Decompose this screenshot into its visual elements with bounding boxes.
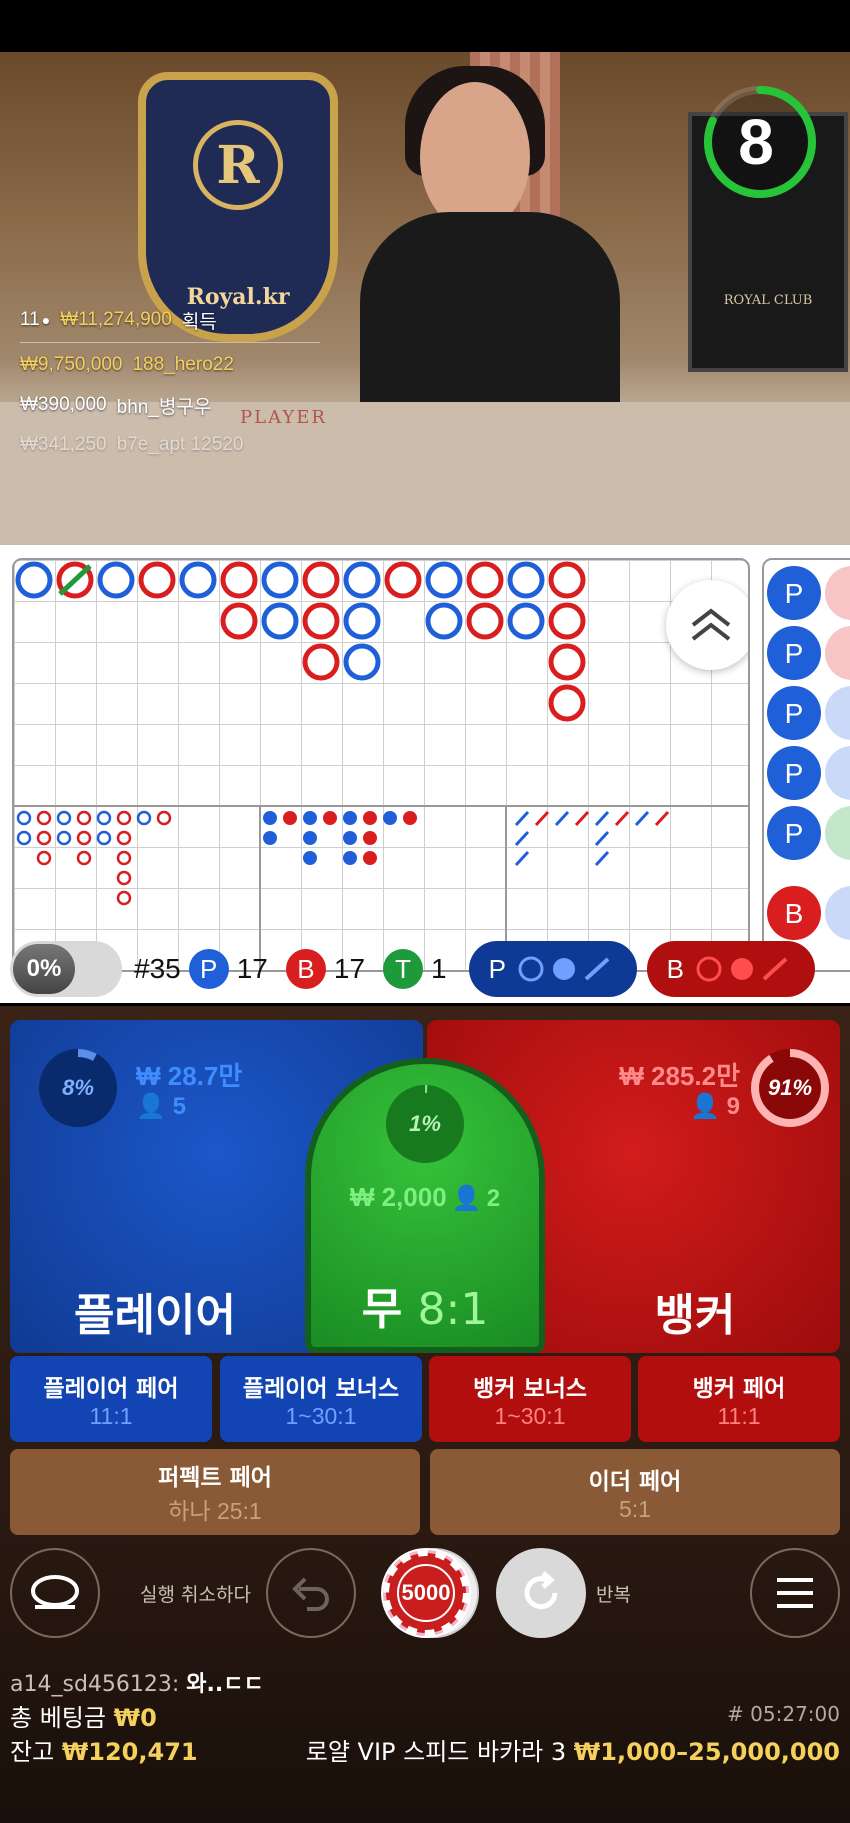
predict-icons — [518, 956, 610, 982]
undo-label: 실행 취소하다 — [140, 1584, 251, 1606]
chat-button[interactable] — [10, 1548, 100, 1638]
scoreboard: P P P P P B 0% #35 P 17 B 17 T 1 P B — [0, 545, 850, 1003]
tie-stats: ₩ 2,000 👤 2 — [349, 1182, 501, 1212]
round-id: # 05:27:00 — [727, 1702, 840, 1726]
banker-count: 17 — [333, 953, 366, 984]
winners-summary: 11 ● ₩11,274,900 획득 — [20, 309, 217, 333]
user-icon: ● — [41, 312, 51, 328]
svg-text:P: P — [785, 698, 804, 729]
predict-icons — [696, 956, 788, 982]
betting-area: 8% ₩ 28.7만 👤 5 플레이어 91% ₩ 285.2만 👤 9 뱅커 — [0, 1006, 850, 1823]
perfect-pair-bet[interactable]: 퍼펙트 페어 하나 25:1 — [10, 1449, 420, 1535]
either-pair-bet[interactable]: 이더 페어 5:1 — [430, 1449, 840, 1535]
chat-icon — [31, 1575, 79, 1609]
expand-roadmap-button[interactable] — [666, 580, 748, 670]
baccarat-app: R Royal.kr ROYAL CLUB PLAYER 8 11 ● ₩11,… — [0, 0, 850, 1823]
banker-predict-button[interactable]: B — [646, 941, 815, 997]
hamburger-menu-icon — [777, 1578, 813, 1608]
undo-icon — [292, 1577, 329, 1611]
chevron-up-double-icon — [691, 608, 731, 641]
tie-badge: T — [383, 949, 424, 989]
player-title: 플레이어 — [74, 1290, 236, 1341]
banker-title: 뱅커 — [654, 1290, 736, 1341]
player-bettors: 👤 5 — [136, 1093, 186, 1120]
player-amount: ₩ 28.7만 — [136, 1061, 243, 1091]
user-icon: 👤 — [690, 1093, 720, 1120]
bead-plate: P P P P P B — [762, 558, 850, 972]
player-badge: P — [188, 949, 229, 989]
stats-bar: 0% #35 P 17 B 17 T 1 P B — [10, 940, 850, 998]
svg-text:P: P — [785, 638, 804, 669]
svg-text:P: P — [785, 818, 804, 849]
tie-percent: 1% — [409, 1111, 441, 1136]
repeat-label: 반복 — [596, 1584, 631, 1606]
banker-pair-bet[interactable]: 뱅커 페어 11:1 — [638, 1356, 840, 1442]
tie-count: 1 — [431, 953, 447, 984]
repeat-button[interactable] — [496, 1548, 586, 1638]
road-markers — [14, 561, 748, 970]
svg-text:B: B — [785, 898, 804, 929]
banker-bettors: 👤 9 — [690, 1093, 740, 1120]
percent-toggle[interactable]: 0% — [10, 941, 122, 997]
winner-row: ₩341,250 b7e_apt 12520 — [20, 434, 244, 455]
bead-plate-markers: P P P P P B — [767, 566, 850, 940]
chip-value: 5000 — [401, 1580, 451, 1605]
tie-title: 무 8:1 — [361, 1284, 489, 1335]
chat-message: a14_sd456123: 와..ㄷㄷ — [10, 1672, 264, 1697]
player-bonus-bet[interactable]: 플레이어 보너스 1~30:1 — [220, 1356, 422, 1442]
percent-toggle-label: 0% — [13, 944, 75, 994]
winners-list: 11 ● ₩11,274,900 획득 ₩9,750,000 188_hero22… — [20, 300, 320, 465]
banker-badge: B — [285, 949, 326, 989]
banker-bonus-bet[interactable]: 뱅커 보너스 1~30:1 — [429, 1356, 631, 1442]
user-icon: 👤 — [451, 1185, 482, 1212]
total-bet: 총 베팅금 ₩0 — [10, 1704, 157, 1732]
user-icon: 👤 — [136, 1093, 166, 1120]
countdown-timer: 8 — [738, 106, 774, 178]
round-number: #35 — [134, 953, 181, 984]
dealer-face — [420, 82, 530, 232]
banker-percent: 91% — [767, 1075, 813, 1100]
bead-road-grid — [12, 558, 750, 972]
menu-button[interactable] — [750, 1548, 840, 1638]
table-info: 로얄 VIP 스피드 바카라 3 ₩1,000–25,000,000 — [305, 1738, 840, 1766]
live-video-stream: R Royal.kr ROYAL CLUB PLAYER 8 11 ● ₩11,… — [0, 52, 850, 545]
tie-bet-zone[interactable]: 1% ₩ 2,000 👤 2 무 8:1 — [305, 1058, 545, 1353]
banker-amount: ₩ 285.2만 — [619, 1061, 740, 1091]
player-pair-bet[interactable]: 플레이어 페어 11:1 — [10, 1356, 212, 1442]
player-percent: 8% — [62, 1075, 94, 1100]
undo-button[interactable] — [266, 1548, 356, 1638]
winner-row: ₩390,000 bhn_병구우 — [20, 394, 212, 418]
svg-text:P: P — [785, 578, 804, 609]
svg-text:P: P — [785, 758, 804, 789]
divider — [20, 342, 320, 343]
logo-letter: R — [193, 120, 283, 210]
repeat-icon — [524, 1571, 558, 1610]
balance: 잔고 ₩120,471 — [10, 1738, 198, 1766]
player-predict-button[interactable]: P — [468, 941, 637, 997]
winner-row: ₩9,750,000 188_hero22 — [20, 354, 234, 375]
chip-selector[interactable]: 5000 — [368, 1546, 488, 1640]
player-count: 17 — [236, 953, 268, 984]
